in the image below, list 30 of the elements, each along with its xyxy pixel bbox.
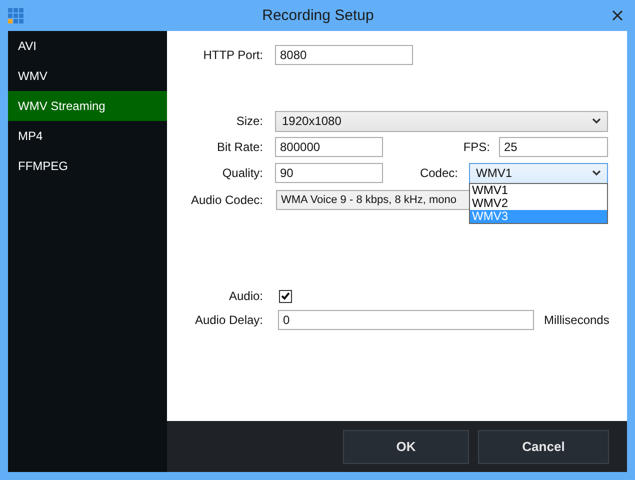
checkbox[interactable]	[279, 290, 292, 302]
field-label: Size:	[235, 114, 263, 128]
ok-button[interactable]: OK	[343, 430, 469, 464]
app-grid-icon	[8, 8, 24, 24]
field-label: Quality:	[221, 166, 263, 180]
field-label: Audio Delay:	[194, 313, 263, 327]
close-icon[interactable]	[612, 10, 623, 21]
sidebar-item[interactable]: WMV Streaming	[8, 91, 167, 121]
dropdown-caret-icon	[592, 170, 601, 176]
sidebar-item[interactable]: AVI	[8, 31, 167, 61]
input-field[interactable]: 90	[275, 163, 383, 183]
sidebar-item[interactable]: FFMPEG	[8, 151, 167, 181]
input-field[interactable]: 8080	[275, 45, 413, 65]
field-label: HTTP Port:	[202, 48, 263, 62]
field-label: FPS:	[462, 140, 490, 154]
field-label: Codec:	[418, 166, 458, 180]
cancel-button[interactable]: Cancel	[478, 430, 609, 464]
dropdown[interactable]: 1920x1080	[275, 110, 608, 132]
sidebar-item[interactable]: WMV	[8, 61, 167, 91]
input-field[interactable]: 25	[499, 137, 608, 157]
unit-label: Milliseconds	[544, 313, 610, 327]
sidebar-item[interactable]: MP4	[8, 121, 167, 151]
dropdown-caret-icon	[592, 118, 601, 124]
field-label: Audio:	[228, 289, 263, 303]
input-field[interactable]: 0	[278, 310, 534, 330]
checkmark-icon	[281, 292, 290, 300]
field-label: Audio Codec:	[190, 193, 263, 207]
field-label: Bit Rate:	[216, 140, 263, 154]
input-field[interactable]: 800000	[275, 137, 383, 157]
window-title: Recording Setup	[261, 7, 375, 24]
